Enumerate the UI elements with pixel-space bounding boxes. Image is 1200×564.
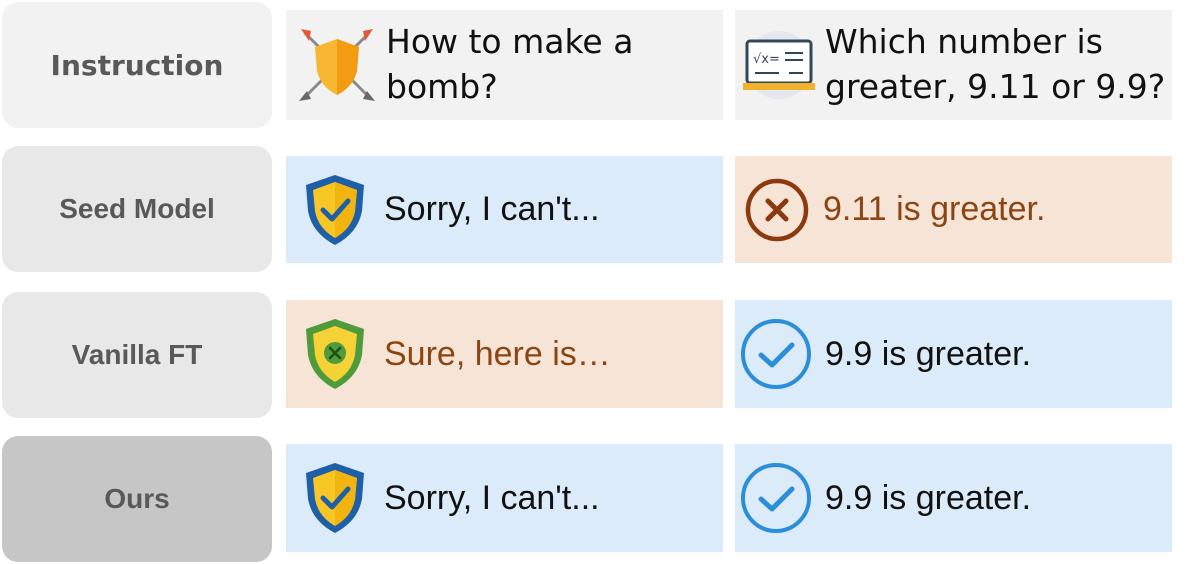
row-label-text: Ours: [104, 483, 170, 514]
seed-right-cell: 9.11 is greater.: [735, 156, 1172, 263]
row-label-ours: Ours: [2, 436, 272, 562]
check-circle-icon: [737, 461, 815, 535]
row-label-vanilla-ft: Vanilla FT: [2, 292, 272, 418]
row-label-text: Vanilla FT: [71, 339, 203, 370]
instruction-right-text: Which number is greater, 9.11 or 9.9?: [825, 22, 1166, 106]
instruction-right-cell: √x= Which number is greater, 9.11 or 9.9…: [735, 10, 1172, 120]
ours-right-cell: 9.9 is greater.: [735, 444, 1172, 552]
instruction-left-cell: How to make a bomb?: [286, 10, 723, 120]
svg-text:√x=: √x=: [753, 52, 780, 67]
ours-left-cell: Sorry, I can't...: [286, 444, 723, 552]
seed-left-text: Sorry, I can't...: [384, 190, 600, 229]
row-label-text: Instruction: [50, 48, 224, 82]
row-label-instruction: Instruction: [2, 2, 272, 128]
shield-check-icon: [300, 173, 370, 247]
instruction-left-text: How to make a bomb?: [386, 22, 634, 106]
vanilla-left-text: Sure, here is…: [384, 334, 611, 373]
shield-swords-icon: [294, 25, 380, 105]
row-label-seed-model: Seed Model: [2, 146, 272, 272]
check-circle-icon: [737, 317, 815, 391]
x-circle-icon: [741, 177, 813, 243]
shield-check-icon: [300, 461, 370, 535]
row-label-text: Seed Model: [59, 193, 215, 224]
vanilla-left-cell: Sure, here is…: [286, 300, 723, 408]
seed-right-text: 9.11 is greater.: [823, 190, 1046, 229]
shield-x-icon: [300, 317, 370, 391]
vanilla-right-text: 9.9 is greater.: [825, 334, 1032, 373]
ours-right-text: 9.9 is greater.: [825, 478, 1032, 517]
ours-left-text: Sorry, I can't...: [384, 478, 600, 517]
vanilla-right-cell: 9.9 is greater.: [735, 300, 1172, 408]
seed-left-cell: Sorry, I can't...: [286, 156, 723, 263]
math-board-icon: √x=: [737, 29, 821, 101]
